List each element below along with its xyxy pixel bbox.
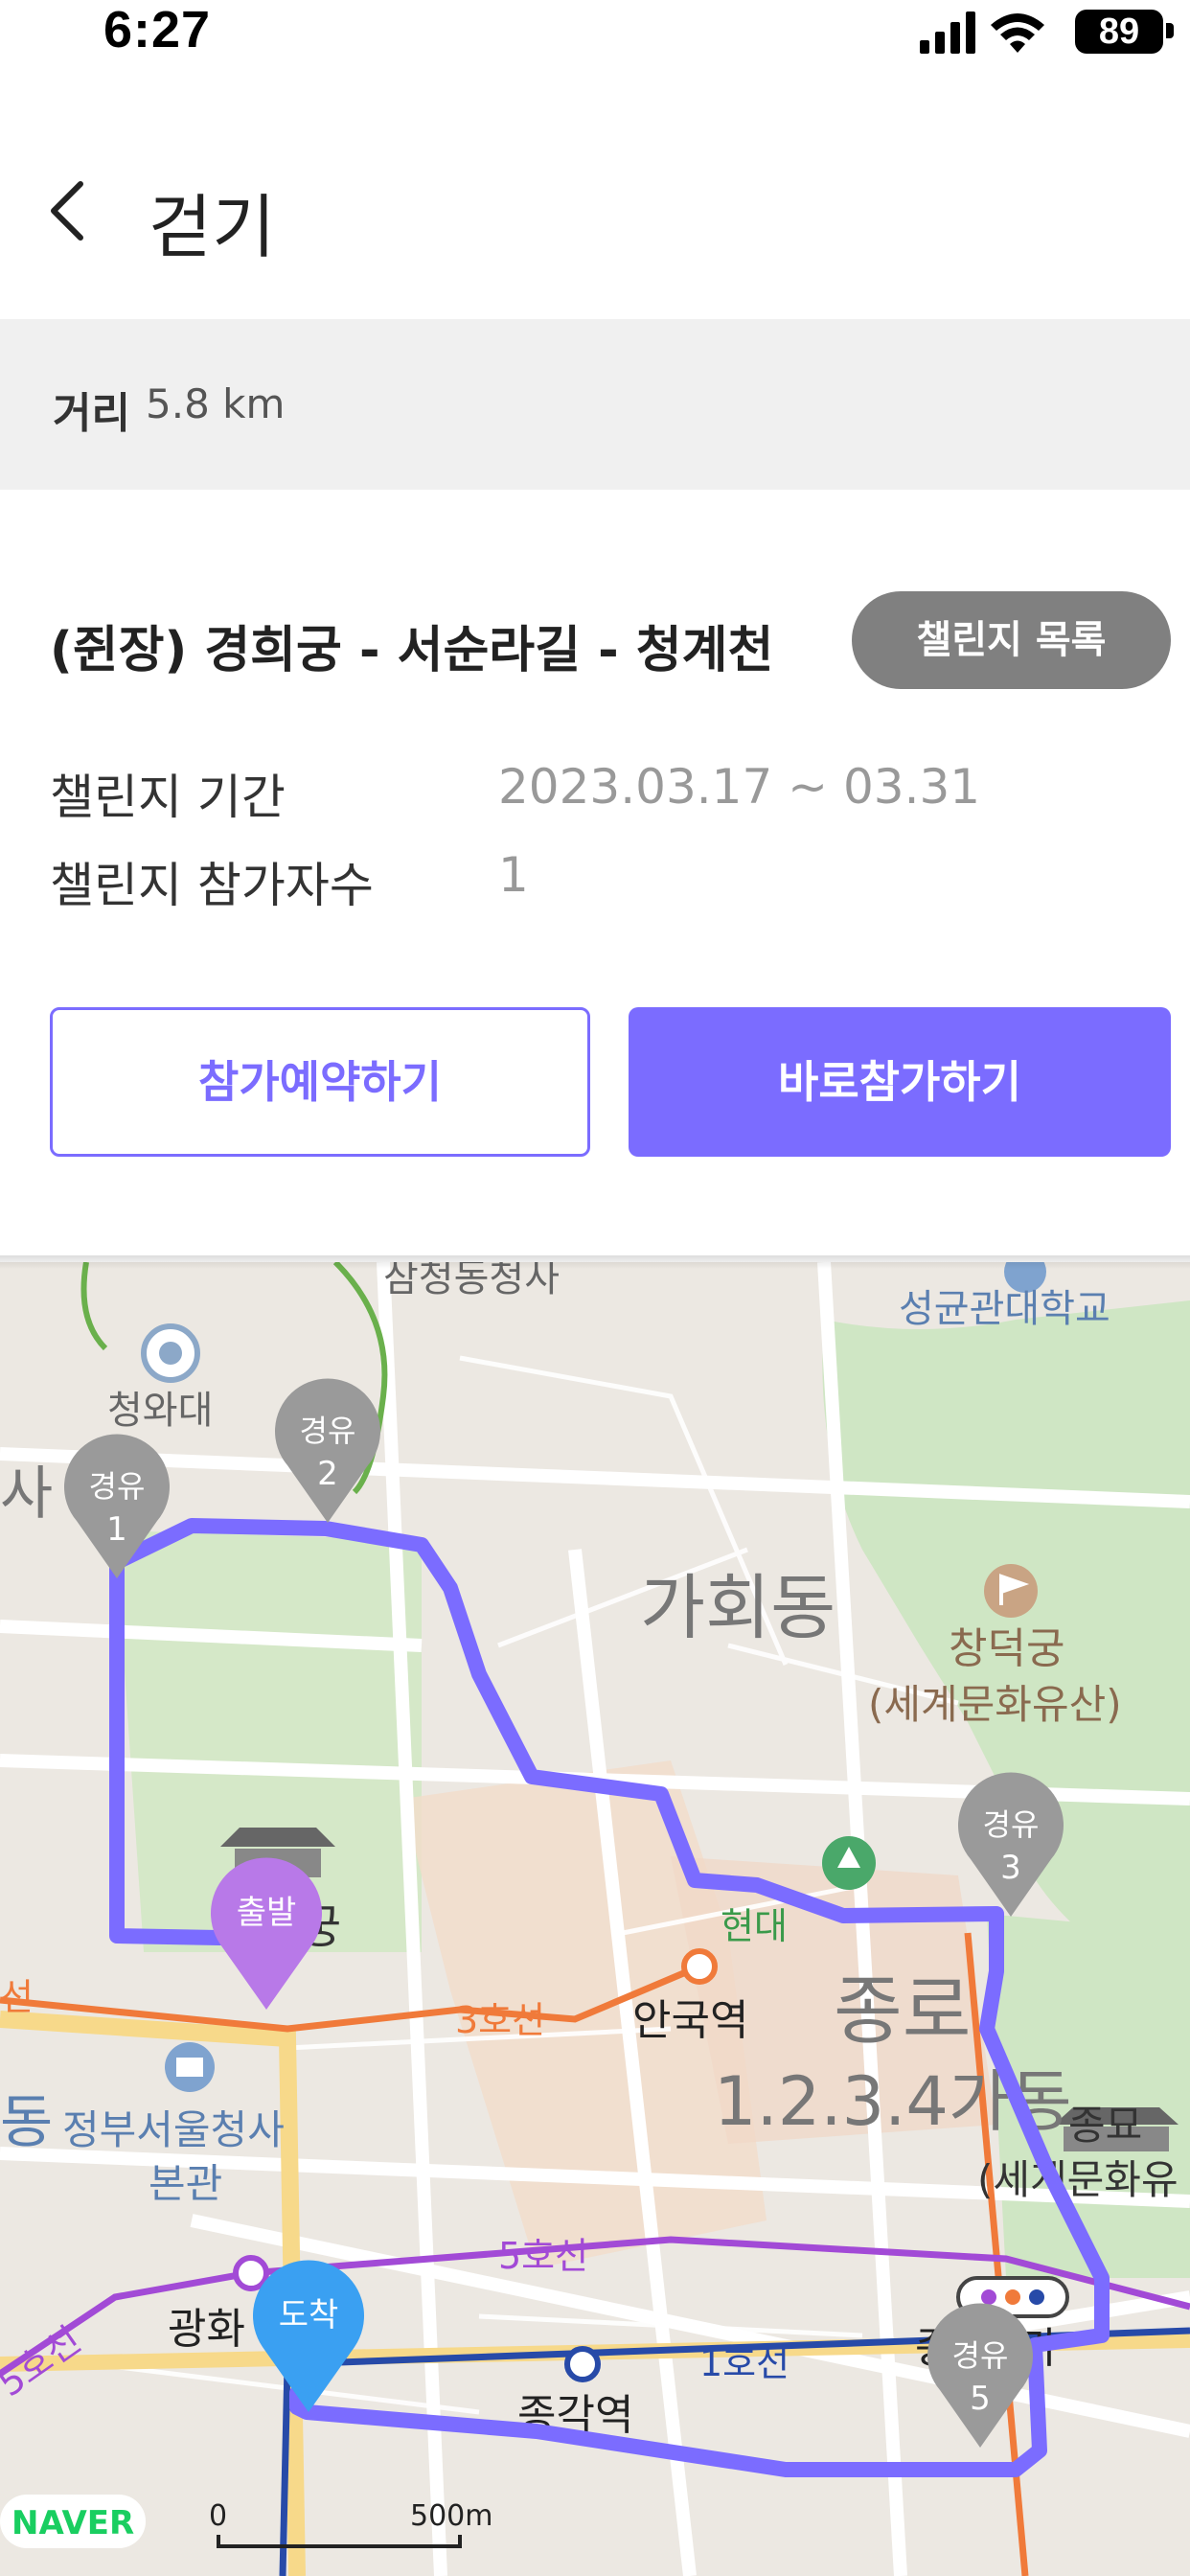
wp5-number: 5 xyxy=(970,2380,991,2418)
label-line5: 5호선 xyxy=(498,2235,588,2277)
participants-label: 챌린지 참가자수 xyxy=(50,858,374,913)
wp2-label: 경유 xyxy=(300,1413,356,1449)
label-jongmyo-sub: (세계문화유 xyxy=(977,2156,1179,2203)
map-divider-shadow xyxy=(0,1255,1190,1269)
end-marker-label: 도착 xyxy=(279,2296,339,2334)
wp2-number: 2 xyxy=(317,1455,338,1493)
reserve-button[interactable]: 참가예약하기 xyxy=(50,1007,590,1157)
battery-tip xyxy=(1166,23,1174,38)
participants-value: 1 xyxy=(498,847,529,903)
challenge-list-button[interactable]: 챌린지 목록 xyxy=(852,591,1171,689)
label-gov-sub: 본관 xyxy=(149,2160,222,2207)
chevron-left-icon xyxy=(51,181,83,241)
distance-label: 거리 xyxy=(53,389,130,438)
label-line-left: 선 xyxy=(0,1976,34,2018)
tree-icon xyxy=(822,1836,876,1890)
map-canvas[interactable]: 삼청동청사 성균관대학교 청와대 가회동 창덕궁 (세계문화유산) 현대 안국역… xyxy=(0,1262,1190,2576)
heritage-icon xyxy=(984,1564,1038,1618)
signal-wifi-icons xyxy=(920,12,1044,54)
station-gwanghwamun[interactable] xyxy=(233,2255,269,2291)
subway-line-1b xyxy=(279,2363,291,2576)
period-value: 2023.03.17 ~ 03.31 xyxy=(498,759,981,815)
label-line3: 3호선 xyxy=(455,1999,545,2041)
course-title: (쥔장) 경희궁 - 서순라길 - 청계천 xyxy=(50,622,774,679)
station-anguk[interactable] xyxy=(681,1948,718,1985)
status-bar: 6:27 89 xyxy=(0,0,1190,67)
naver-logo: NAVER xyxy=(0,2495,146,2548)
wp1-number: 1 xyxy=(106,1510,127,1549)
wifi-icon xyxy=(991,13,1044,53)
label-jongno: 종로 xyxy=(834,1968,972,2055)
back-button[interactable] xyxy=(38,172,115,249)
waypoint-marker-5[interactable]: 경유 5 xyxy=(927,2303,1033,2448)
period-label: 챌린지 기간 xyxy=(50,770,286,825)
label-anguk: 안국역 xyxy=(632,1996,748,2045)
label-sa: 사 xyxy=(0,1460,53,1528)
wp3-label: 경유 xyxy=(983,1806,1040,1843)
status-time: 6:27 xyxy=(103,1,212,58)
nav-bar: 걷기 xyxy=(0,144,1190,278)
label-gwanghwa: 광화 xyxy=(168,2305,245,2354)
route-map[interactable]: 삼청동청사 성균관대학교 청와대 가회동 창덕궁 (세계문화유산) 현대 안국역… xyxy=(0,1262,1190,2576)
start-marker-label: 출발 xyxy=(237,1894,297,1932)
label-skku: 성균관대학교 xyxy=(899,1287,1110,1331)
scale-zero: 0 xyxy=(209,2499,227,2533)
end-marker[interactable]: 도착 xyxy=(253,2260,364,2412)
label-gahoe: 가회동 xyxy=(640,1567,835,1649)
status-icons: 89 xyxy=(912,8,1190,56)
label-dong: 동 xyxy=(0,2089,53,2156)
scale-label: 500m xyxy=(410,2499,492,2533)
location-pin-icon xyxy=(141,1323,200,1383)
wp3-number: 3 xyxy=(1000,1849,1021,1887)
start-marker[interactable]: 출발 xyxy=(211,1857,322,2010)
battery-icon: 89 xyxy=(1075,10,1163,54)
distance-value: 5.8 km xyxy=(146,380,286,427)
wp5-label: 경유 xyxy=(952,2337,1009,2374)
distance-bar: 거리 5.8 km xyxy=(0,319,1190,490)
label-changdeok-sub: (세계문화유산) xyxy=(868,1681,1122,1728)
label-line1: 1호선 xyxy=(699,2342,790,2384)
wp1-label: 경유 xyxy=(89,1468,146,1505)
label-hyundai: 현대 xyxy=(721,1905,788,1947)
label-cheongwadae: 청와대 xyxy=(107,1389,213,1433)
label-changdeok: 창덕궁 xyxy=(949,1624,1064,1673)
government-icon xyxy=(165,2042,215,2092)
join-now-button[interactable]: 바로참가하기 xyxy=(629,1007,1171,1157)
station-jonggak[interactable] xyxy=(564,2346,601,2382)
label-jongmyo: 종묘 xyxy=(1068,2102,1142,2149)
signal-icon xyxy=(920,12,975,54)
map-scale: 0 500m xyxy=(209,2499,492,2548)
naver-logo-text: NAVER xyxy=(11,2504,134,2542)
label-line5b: 5호선 xyxy=(0,2318,88,2404)
waypoint-marker-2[interactable]: 경유 2 xyxy=(275,1378,380,1523)
page-title: 걷기 xyxy=(149,187,276,267)
label-gov: 정부서울청사 xyxy=(62,2106,285,2153)
